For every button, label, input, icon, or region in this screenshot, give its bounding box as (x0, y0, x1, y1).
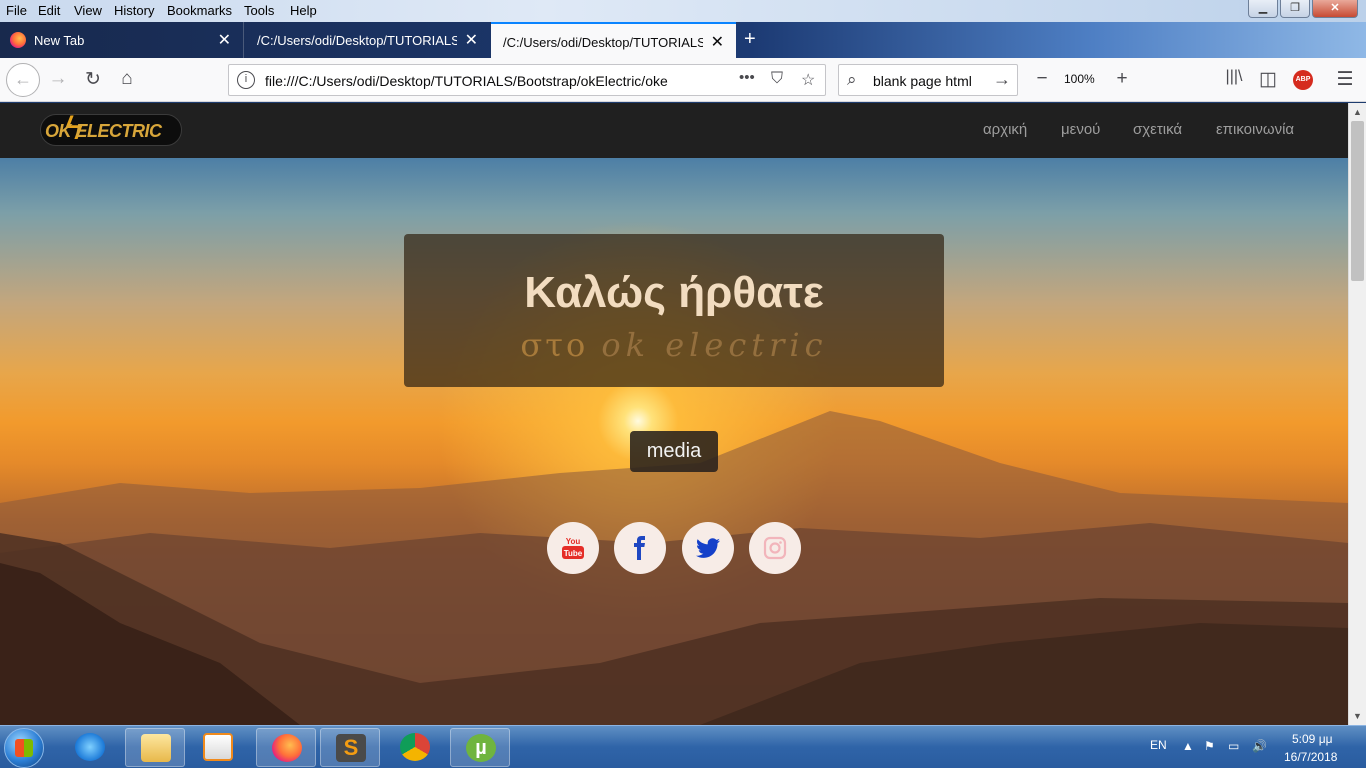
menu-edit[interactable]: Edit (38, 3, 60, 18)
firefox-icon (272, 734, 302, 762)
home-icon[interactable]: ⌂ (115, 68, 139, 90)
nav-link-about[interactable]: σχετικά (1133, 121, 1182, 138)
internet-explorer-icon (75, 733, 105, 761)
menu-history[interactable]: History (114, 3, 154, 18)
svg-text:You: You (566, 537, 581, 546)
chrome-icon (400, 733, 430, 761)
hero-title: Καλώς ήρθατε (524, 268, 824, 317)
vertical-scrollbar[interactable]: ▲ ▼ (1348, 103, 1366, 725)
close-icon[interactable]: ✕ (711, 32, 724, 52)
taskbar-chrome[interactable] (385, 728, 445, 767)
firefox-icon (10, 32, 26, 48)
menu-tools[interactable]: Tools (244, 3, 274, 18)
network-icon[interactable]: ▭ (1228, 739, 1239, 753)
url-text[interactable]: file:///C:/Users/odi/Desktop/TUTORIALS/B… (265, 73, 701, 89)
adblock-plus-icon[interactable]: ABP (1293, 70, 1313, 90)
taskbar-firefox[interactable] (256, 728, 316, 767)
language-indicator[interactable]: EN (1150, 738, 1167, 752)
logo-text: OK ELECTRIC (45, 121, 162, 141)
action-center-flag-icon[interactable]: ⚑ (1204, 739, 1215, 753)
windows-taskbar: S µ EN ▲ ⚑ ▭ 🔊 5:09 μμ 16/7/2018 (0, 725, 1366, 768)
svg-text:Tube: Tube (564, 549, 583, 558)
tab-title: New Tab (34, 33, 85, 48)
taskbar-utorrent[interactable]: µ (450, 728, 510, 767)
taskbar-file-explorer[interactable] (125, 728, 185, 767)
hamburger-menu-icon[interactable]: ☰ (1333, 68, 1357, 91)
close-icon[interactable]: ✕ (218, 30, 231, 50)
window-controls: ▁ ❐ ✕ (1248, 0, 1358, 20)
taskbar-media-player[interactable] (188, 728, 248, 767)
close-window-button[interactable]: ✕ (1312, 0, 1358, 18)
twitter-icon (696, 538, 720, 558)
nav-link-menu[interactable]: μενού (1061, 121, 1100, 138)
facebook-link[interactable] (614, 522, 666, 574)
scroll-up-arrow-icon[interactable]: ▲ (1353, 107, 1362, 117)
twitter-link[interactable] (682, 522, 734, 574)
navigation-toolbar: ← → ↻ ⌂ i file:///C:/Users/odi/Desktop/T… (0, 58, 1366, 102)
ok-electric-logo[interactable]: ϟ OK ELECTRIC (40, 109, 182, 147)
url-bar[interactable]: i file:///C:/Users/odi/Desktop/TUTORIALS… (228, 64, 826, 96)
utorrent-icon: µ (466, 734, 496, 762)
search-icon: ⌕ (847, 70, 857, 89)
page-actions-icon[interactable]: ••• (739, 69, 755, 86)
tab-tutorials-1[interactable]: /C:/Users/odi/Desktop/TUTORIALS/ ✕ (245, 22, 490, 58)
nav-link-home[interactable]: αρχική (983, 121, 1027, 138)
search-input[interactable]: blank page html (873, 73, 972, 89)
mountain-landscape-image (0, 411, 1348, 725)
youtube-icon: You Tube (562, 537, 584, 559)
tab-title: /C:/Users/odi/Desktop/TUTORIALS/ (257, 33, 457, 48)
new-tab-plus-icon[interactable]: + (744, 28, 756, 51)
bookmark-star-icon[interactable]: ☆ (801, 70, 815, 90)
menu-bar: File Edit View History Bookmarks Tools H… (0, 0, 1366, 22)
windows-logo-icon (15, 739, 33, 757)
hero-subtitle: στο ok electric (404, 326, 944, 364)
zoom-level[interactable]: 100% (1064, 72, 1095, 86)
instagram-icon (763, 536, 787, 560)
scroll-down-arrow-icon[interactable]: ▼ (1353, 711, 1362, 721)
scroll-thumb[interactable] (1351, 121, 1364, 281)
sublime-text-icon: S (336, 734, 366, 762)
media-player-icon (203, 733, 233, 761)
hero-subtitle-brand: ok electric (601, 326, 828, 364)
clock-time[interactable]: 5:09 μμ (1292, 732, 1333, 746)
site-navbar: ϟ OK ELECTRIC αρχική μενού σχετικά επικο… (0, 103, 1348, 158)
forward-arrow-icon[interactable]: → (46, 68, 70, 90)
instagram-link[interactable] (749, 522, 801, 574)
folder-icon (141, 734, 171, 762)
menu-view[interactable]: View (74, 3, 102, 18)
facebook-icon (634, 536, 645, 560)
tab-new-tab[interactable]: New Tab ✕ (0, 22, 244, 58)
tab-tutorials-2[interactable]: /C:/Users/odi/Desktop/TUTORIALS/ ✕ (491, 22, 736, 58)
minimize-button[interactable]: ▁ (1248, 0, 1278, 18)
start-button[interactable] (4, 728, 44, 768)
pocket-icon[interactable]: ⛉ (771, 70, 783, 88)
info-icon[interactable]: i (237, 71, 255, 89)
media-button[interactable]: media (630, 431, 718, 472)
zoom-out-icon[interactable]: − (1030, 68, 1054, 90)
volume-icon[interactable]: 🔊 (1252, 739, 1267, 753)
taskbar-internet-explorer[interactable] (60, 728, 120, 767)
youtube-link[interactable]: You Tube (547, 522, 599, 574)
nav-link-contact[interactable]: επικοινωνία (1216, 121, 1294, 138)
tab-title: /C:/Users/odi/Desktop/TUTORIALS/ (503, 35, 703, 50)
search-bar[interactable]: ⌕ blank page html → (838, 64, 1018, 96)
library-icon[interactable]: |||\ (1222, 68, 1246, 86)
close-icon[interactable]: ✕ (465, 30, 478, 50)
go-arrow-icon[interactable]: → (993, 69, 1011, 90)
back-arrow-icon[interactable]: ← (6, 63, 40, 97)
hero-subtitle-prefix: στο (520, 326, 589, 364)
menu-bookmarks[interactable]: Bookmarks (167, 3, 232, 18)
tab-bar: New Tab ✕ /C:/Users/odi/Desktop/TUTORIAL… (0, 22, 1366, 58)
menu-file[interactable]: File (6, 3, 27, 18)
menu-help[interactable]: Help (290, 3, 317, 18)
clock-date[interactable]: 16/7/2018 (1284, 750, 1337, 764)
restore-button[interactable]: ❐ (1280, 0, 1310, 18)
show-hidden-icons-icon[interactable]: ▲ (1182, 739, 1194, 753)
zoom-in-icon[interactable]: + (1110, 68, 1134, 90)
taskbar-sublime-text[interactable]: S (320, 728, 380, 767)
hero-welcome-box: Καλώς ήρθατε στο ok electric (404, 234, 944, 387)
reload-icon[interactable]: ↻ (81, 68, 105, 91)
sidebar-icon[interactable]: ◫ (1256, 68, 1280, 91)
page-viewport: ϟ OK ELECTRIC αρχική μενού σχετικά επικο… (0, 103, 1348, 725)
